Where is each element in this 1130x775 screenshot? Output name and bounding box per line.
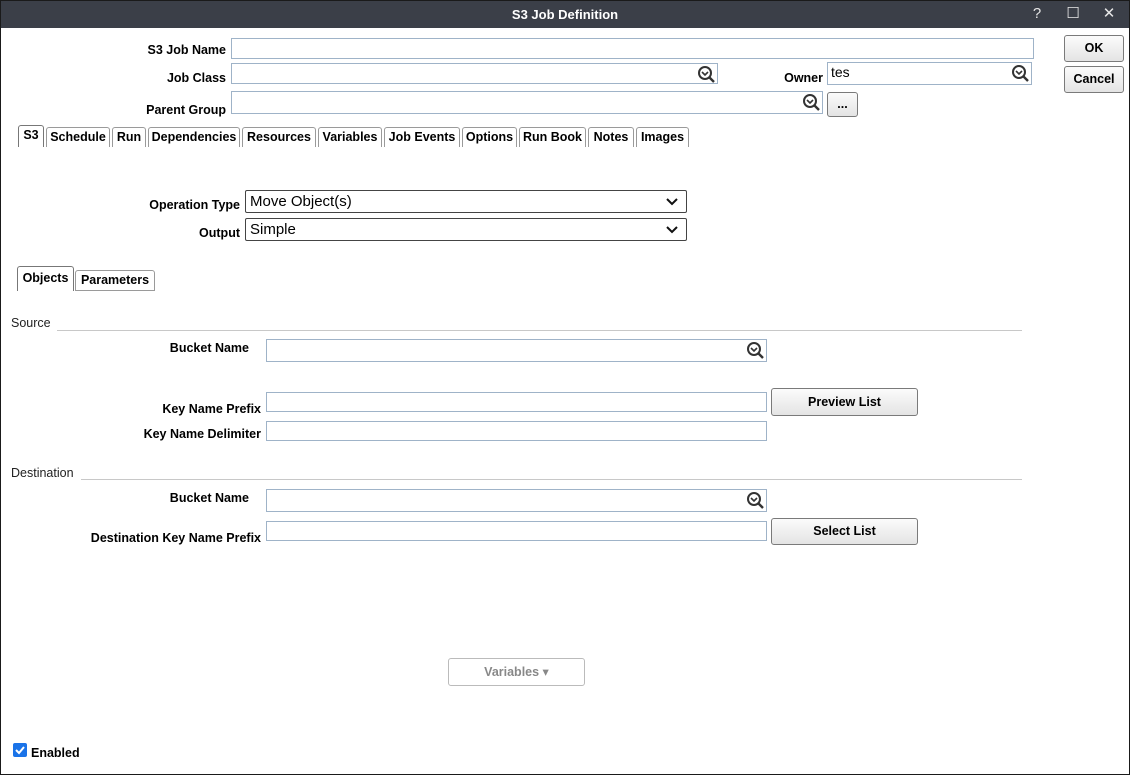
close-icon[interactable]: ✕ [1097,3,1121,25]
job-name-input[interactable] [231,38,1034,59]
tab-job-events[interactable]: Job Events [384,127,460,147]
enabled-checkbox[interactable] [13,743,27,757]
ok-button[interactable]: OK [1064,35,1124,62]
output-label: Output [199,226,240,240]
tab-s3[interactable]: S3 [18,125,44,147]
parent-group-input[interactable] [231,91,823,114]
subtab-parameters[interactable]: Parameters [75,270,155,291]
tab-schedule[interactable]: Schedule [46,127,110,147]
operation-type-value: Move Object(s) [250,193,352,210]
lookup-icon[interactable] [746,491,764,509]
source-section-label: Source [11,316,51,330]
tab-run[interactable]: Run [112,127,146,147]
tab-images[interactable]: Images [636,127,689,147]
maximize-icon[interactable]: ☐ [1061,3,1085,25]
lookup-icon[interactable] [1011,64,1029,82]
tab-notes[interactable]: Notes [588,127,634,147]
subtab-objects[interactable]: Objects [17,266,74,291]
cancel-button[interactable]: Cancel [1064,66,1124,93]
job-name-label: S3 Job Name [147,43,226,57]
enabled-label: Enabled [31,746,80,760]
destination-bucket-label: Bucket Name [169,491,249,505]
output-value: Simple [250,221,296,238]
tab-resources[interactable]: Resources [242,127,316,147]
job-class-input[interactable] [231,63,718,84]
destination-section-label: Destination [11,466,74,480]
destination-prefix-input[interactable] [266,521,767,541]
operation-type-label: Operation Type [149,198,240,212]
owner-value: tes [831,64,850,80]
source-bucket-label: Bucket Name [169,341,249,355]
browse-parent-group-button[interactable]: ... [827,92,858,117]
owner-label: Owner [784,71,823,85]
destination-prefix-label: Destination Key Name Prefix [90,531,261,545]
parent-group-label: Parent Group [146,103,226,117]
owner-input[interactable]: tes [827,62,1032,85]
title-bar: S3 Job Definition ? ☐ ✕ [1,1,1129,28]
tab-variables[interactable]: Variables [318,127,382,147]
output-select[interactable]: Simple [245,218,687,241]
lookup-icon[interactable] [802,93,820,111]
tab-dependencies[interactable]: Dependencies [148,127,240,147]
destination-bucket-input[interactable] [266,489,767,512]
source-prefix-label: Key Name Prefix [162,402,261,416]
chevron-down-icon [666,226,678,234]
destination-divider [81,479,1022,480]
chevron-down-icon [666,198,678,206]
tab-run-book[interactable]: Run Book [519,127,586,147]
variables-menu-button[interactable]: Variables ▾ [448,658,585,686]
source-divider [57,330,1022,331]
operation-type-select[interactable]: Move Object(s) [245,190,687,213]
help-icon[interactable]: ? [1025,3,1049,25]
checkmark-icon [15,746,25,755]
source-bucket-input[interactable] [266,339,767,362]
tab-options[interactable]: Options [462,127,517,147]
source-delimiter-input[interactable] [266,421,767,441]
source-prefix-input[interactable] [266,392,767,412]
lookup-icon[interactable] [746,341,764,359]
job-class-label: Job Class [166,71,226,85]
s3-job-definition-dialog: S3 Job Definition ? ☐ ✕ S3 Job Name Job … [0,0,1130,775]
select-list-button[interactable]: Select List [771,518,918,545]
window-title: S3 Job Definition [511,7,619,22]
source-delimiter-label: Key Name Delimiter [143,427,261,441]
preview-list-button[interactable]: Preview List [771,388,918,416]
lookup-icon[interactable] [697,65,715,83]
